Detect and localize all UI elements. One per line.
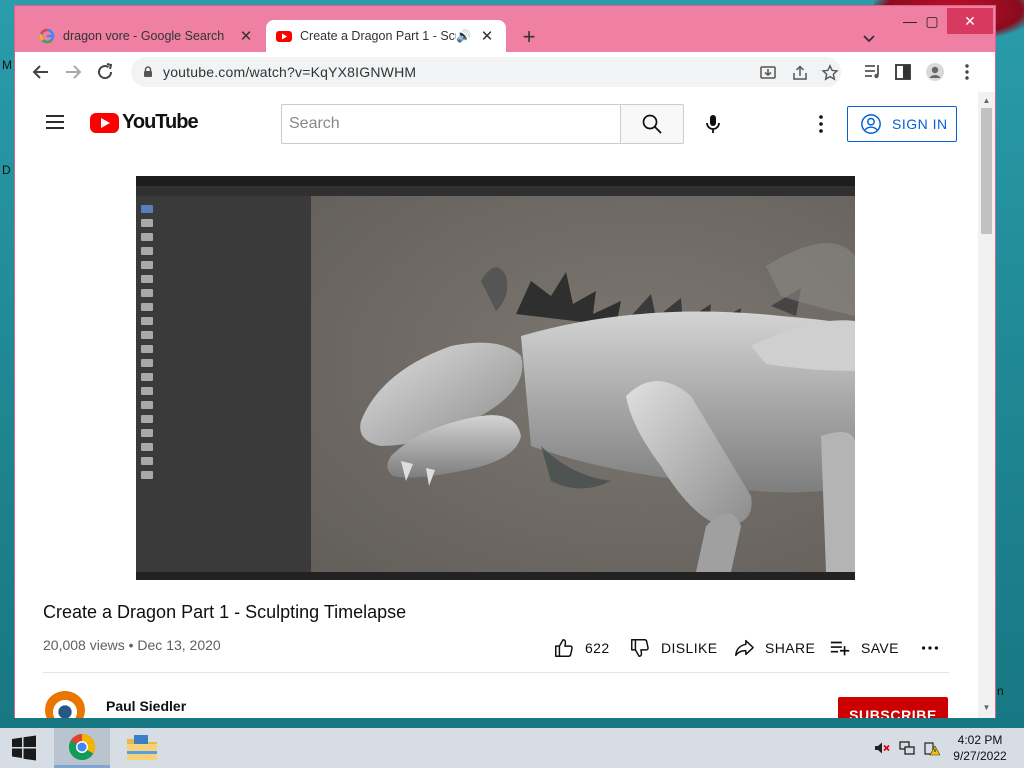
video-meta: 20,008 views • Dec 13, 2020 [43,637,221,653]
taskbar-chrome[interactable] [54,728,110,768]
clock-date: 9/27/2022 [953,749,1007,763]
hamburger-menu-icon[interactable] [43,110,67,134]
system-clock[interactable]: 4:02 PM 9/27/2022 [948,732,1012,764]
dislike-label: DISLIKE [661,640,718,656]
search-input[interactable]: Search [281,104,621,144]
blender-3d-viewport [311,196,855,572]
sign-in-label: SIGN IN [892,116,948,132]
tab-close-icon[interactable]: ✕ [476,27,498,45]
media-control-icon[interactable] [863,62,883,82]
forward-arrow-icon [66,65,82,79]
desktop-edge-letter: D [2,163,11,177]
like-count: 622 [585,640,610,656]
youtube-wordmark: YouTube [122,111,199,133]
scroll-up-arrow-icon[interactable]: ▲ [982,96,991,105]
browser-window: dragon vore - Google Search ✕ Create a D… [14,5,996,718]
action-center-warning-icon[interactable] [924,740,940,756]
start-button[interactable] [0,728,48,768]
address-bar[interactable]: youtube.com/watch?v=KqYX8IGNWHM [131,57,841,87]
file-explorer-icon [127,735,157,760]
windows-logo-icon [12,735,36,761]
share-label: SHARE [765,640,816,656]
chrome-icon [68,733,96,760]
scrollbar-thumb[interactable] [981,108,992,234]
save-label: SAVE [861,640,899,656]
reload-icon [98,63,113,80]
thumbs-down-icon [631,639,649,657]
tab-close-icon[interactable]: ✕ [235,27,257,45]
desktop-edge-letter: M [2,58,12,72]
close-window-button[interactable]: ✕ [947,8,993,34]
more-actions-button[interactable] [919,636,951,660]
kebab-menu-icon[interactable] [957,62,977,82]
view-count: 20,008 views [43,637,125,653]
share-button[interactable]: SHARE [733,636,815,660]
channel-name[interactable]: Paul Siedler [106,698,186,714]
search-placeholder: Search [289,115,340,132]
google-g-icon [39,28,55,44]
channel-avatar[interactable] [45,690,85,718]
tab-youtube-video[interactable]: Create a Dragon Part 1 - Scu 🔊 ✕ [266,20,506,52]
page-scrollbar[interactable]: ▲ ▼ [978,92,995,718]
youtube-logo[interactable]: YouTube [90,111,199,134]
youtube-play-icon [90,112,119,133]
blender-tool-shelf [138,200,156,480]
forward-button[interactable] [61,60,85,84]
blender-status-bar [136,572,855,580]
share-page-icon[interactable] [791,64,809,82]
side-panel-icon[interactable] [893,62,913,82]
settings-more-icon[interactable] [809,112,833,136]
taskbar-file-explorer[interactable] [114,728,170,768]
tab-search-chevron-icon[interactable] [857,26,881,50]
subscribe-button[interactable]: SUBSCRIBE [838,697,948,718]
bookmark-star-icon[interactable] [821,64,839,82]
save-button[interactable]: SAVE [829,636,899,660]
profile-avatar-icon[interactable] [925,62,945,82]
install-app-icon[interactable] [759,64,777,82]
new-tab-button[interactable]: + [515,24,543,52]
youtube-page: YouTube Search SIGN IN Create a Dragon P… [15,92,995,718]
like-button[interactable]: 622 [553,636,610,660]
reload-button[interactable] [93,60,117,84]
playlist-add-icon [830,641,850,656]
video-player[interactable] [136,176,855,580]
scroll-down-arrow-icon[interactable]: ▼ [982,703,991,712]
desktop-edge-letter: n [997,684,1004,698]
youtube-icon [276,31,292,42]
upload-date: Dec 13, 2020 [137,637,221,653]
back-arrow-icon [32,65,48,79]
network-icon[interactable] [899,740,915,756]
sign-in-button[interactable]: SIGN IN [847,106,957,142]
share-arrow-icon [735,639,754,657]
blender-header-bar [136,186,855,196]
lock-icon[interactable] [141,65,155,79]
tab-title: Create a Dragon Part 1 - Scu [300,29,456,43]
tab-title: dragon vore - Google Search [63,29,225,43]
tab-strip: dragon vore - Google Search ✕ Create a D… [15,6,995,52]
thumbs-up-icon [555,639,573,657]
volume-muted-icon[interactable] [874,740,890,756]
url-text: youtube.com/watch?v=KqYX8IGNWHM [163,64,417,80]
more-horizontal-icon [921,646,939,650]
microphone-icon[interactable] [701,112,725,136]
search-icon [642,114,662,134]
youtube-header: YouTube Search SIGN IN [15,92,978,150]
blender-menu-bar [136,176,855,186]
speaker-icon[interactable]: 🔊 [456,29,472,43]
tab-google-search[interactable]: dragon vore - Google Search ✕ [29,20,265,52]
back-button[interactable] [29,60,53,84]
account-circle-icon [861,114,881,134]
blender-outliner-panel [136,196,311,572]
browser-toolbar: youtube.com/watch?v=KqYX8IGNWHM [15,52,995,92]
dragon-sculpt-model [360,243,855,572]
clock-time: 4:02 PM [957,733,1003,747]
search-button[interactable] [620,104,684,144]
maximize-button[interactable]: ▢ [917,8,947,34]
section-divider [43,672,949,673]
video-title: Create a Dragon Part 1 - Sculpting Timel… [43,602,407,622]
taskbar: 4:02 PM 9/27/2022 [0,728,1024,768]
dislike-button[interactable]: DISLIKE [629,636,718,660]
